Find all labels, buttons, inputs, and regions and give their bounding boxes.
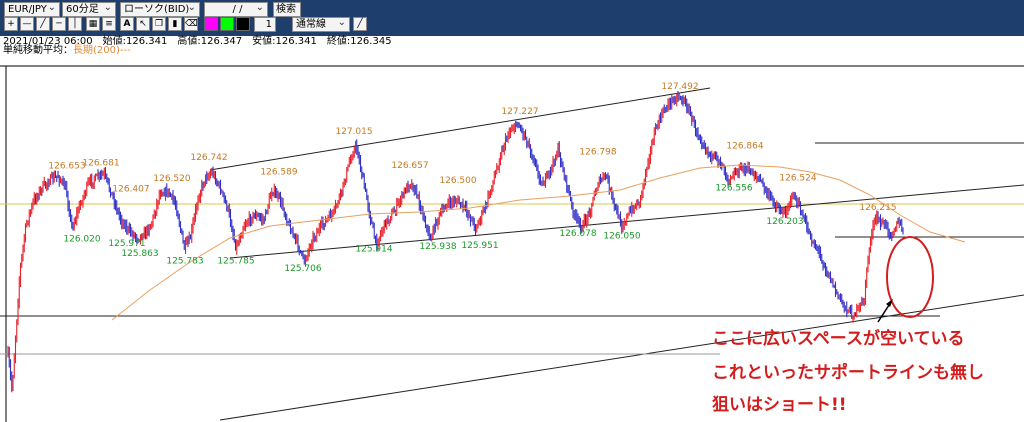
crosshair-icon[interactable]: + <box>4 17 18 31</box>
toolbar: EUR/JPY 60分足 ローソク(BID) / / 検索 + — ╱ ─ │ … <box>0 0 1024 36</box>
high-price-label: 126.524 <box>779 174 816 184</box>
low-price-label: 126.556 <box>715 184 752 194</box>
high-price-label: 126.657 <box>391 161 428 171</box>
high-price-label: 126.681 <box>82 159 119 169</box>
line-type-select[interactable]: 通常線 <box>292 17 350 32</box>
chart-style-select[interactable]: ローソク(BID) <box>120 2 200 17</box>
high-price-label: 126.798 <box>579 148 616 158</box>
low-price-label: 125.971 <box>108 239 145 249</box>
low-price-label: 125.706 <box>284 264 321 274</box>
high-price-label: 126.864 <box>726 141 763 151</box>
symbol-select[interactable]: EUR/JPY <box>4 2 60 17</box>
high-price-label: 126.520 <box>153 174 190 184</box>
eraser-icon[interactable]: ⌫ <box>184 17 198 31</box>
high-price-label: 126.589 <box>260 167 297 177</box>
indicator-value: 長期(200) <box>73 45 120 56</box>
high-price-label: 127.492 <box>661 82 698 92</box>
low-price-label: 126.078 <box>559 229 596 239</box>
low-price-label: 125.951 <box>461 241 498 251</box>
low-price-label: 126.050 <box>603 231 640 241</box>
green-swatch[interactable] <box>220 17 234 31</box>
vline-icon[interactable]: │ <box>68 17 82 31</box>
search-button[interactable]: 検索 <box>273 2 301 17</box>
indicator-label: 単純移動平均 <box>3 45 63 56</box>
pointer-icon[interactable]: ↖ <box>136 17 150 31</box>
date-input[interactable]: / / <box>204 2 268 17</box>
high-price-label: 126.653 <box>48 161 85 171</box>
low-value: 安値:126.341 <box>252 36 317 47</box>
grid-icon[interactable]: ▦ <box>86 17 100 31</box>
close-value: 終値:126.345 <box>326 36 392 47</box>
delete-icon[interactable]: ▮ <box>168 17 182 31</box>
channel-icon[interactable]: ≡ <box>102 17 116 31</box>
high-price-label: 126.500 <box>439 176 476 186</box>
low-price-label: 125.863 <box>121 249 158 259</box>
hline-icon[interactable]: ─ <box>52 17 66 31</box>
low-price-label: 125.785 <box>217 257 254 267</box>
line-width-input[interactable]: 1 <box>254 17 276 32</box>
high-price-label: 127.227 <box>501 107 538 117</box>
high-price-label: 126.407 <box>112 185 149 195</box>
black-swatch[interactable] <box>236 17 250 31</box>
draw-line-icon[interactable]: ╱ <box>353 17 367 31</box>
magenta-swatch[interactable] <box>204 17 218 31</box>
annotation-line-1: ここに広いスペースが空いている <box>712 329 965 349</box>
annotation-line-3: 狙いはショート!! <box>712 395 847 415</box>
timeframe-select[interactable]: 60分足 <box>62 2 116 17</box>
annotation-line-2: これといったサポートラインも無し <box>712 363 984 383</box>
high-price-label: 126.215 <box>859 203 896 213</box>
low-price-label: 125.914 <box>355 244 392 254</box>
low-price-label: 126.020 <box>63 234 100 244</box>
indicator-readout: 単純移動平均：長期(200)--- <box>3 45 131 56</box>
copy-icon[interactable]: ❐ <box>152 17 166 31</box>
low-price-label: 126.203 <box>766 217 803 227</box>
horizontal-line-icon[interactable]: — <box>20 17 34 31</box>
high-price-label: 126.742 <box>190 153 227 163</box>
trend-line-icon[interactable]: ╱ <box>36 17 50 31</box>
high-value: 高値:126.347 <box>177 36 243 47</box>
high-price-label: 127.015 <box>335 127 372 137</box>
low-price-label: 125.783 <box>166 257 203 267</box>
low-price-label: 125.938 <box>419 242 456 252</box>
text-tool-icon[interactable]: A <box>120 17 134 31</box>
